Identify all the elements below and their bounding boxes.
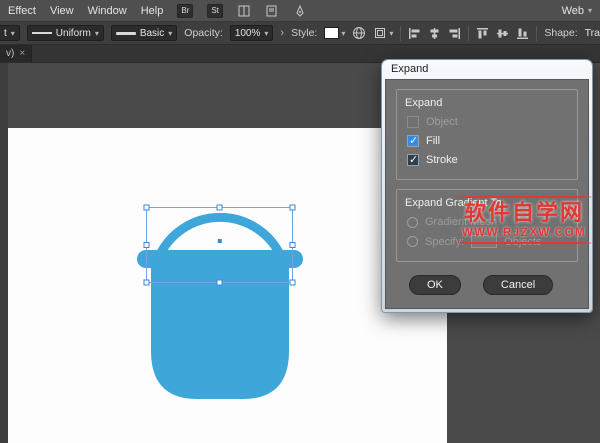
stroke-profile-value: Uniform xyxy=(56,28,91,39)
pen-tool-icon[interactable] xyxy=(293,4,307,18)
shape-label: Shape: xyxy=(544,27,577,39)
opacity-label: Opacity: xyxy=(184,27,223,39)
illustrator-window: Effect View Window Help Br St Web ▾ t ▾ … xyxy=(0,0,600,443)
chevron-down-icon: ▾ xyxy=(95,29,99,38)
specify-radio xyxy=(407,236,418,247)
stroke-checkbox[interactable] xyxy=(407,154,419,166)
menu-help[interactable]: Help xyxy=(141,5,164,17)
selection-handle[interactable] xyxy=(144,280,149,285)
stroke-profile-preview xyxy=(32,32,52,34)
align-right-icon[interactable] xyxy=(448,26,461,40)
clipped-control-label: t xyxy=(4,28,7,39)
gradient-mesh-label: Gradient Mesh xyxy=(425,216,497,228)
expand-options-group: Expand Object Fill Stroke xyxy=(396,89,578,180)
transform-label[interactable]: Transf xyxy=(585,27,600,39)
document-setup-icon xyxy=(373,26,387,40)
chevron-down-icon: ▾ xyxy=(588,6,592,15)
expand-gradient-group: Expand Gradient To Gradient Mesh Specify… xyxy=(396,189,578,262)
chevron-down-icon: ▾ xyxy=(341,29,345,38)
chevron-down-icon: ▾ xyxy=(11,29,15,38)
align-center-horizontal-icon[interactable] xyxy=(428,26,441,40)
fill-checkbox-row[interactable]: Fill xyxy=(407,135,569,147)
brush-definition-value: Basic xyxy=(140,28,164,39)
fill-checkbox-label: Fill xyxy=(426,135,440,147)
chevron-down-icon: ▾ xyxy=(389,29,393,38)
selection-center-point xyxy=(218,239,222,243)
opacity-select[interactable]: 100% ▾ xyxy=(230,25,274,41)
selection-handle[interactable] xyxy=(290,205,295,210)
align-bottom-icon[interactable] xyxy=(516,26,529,40)
ok-button[interactable]: OK xyxy=(409,275,461,295)
document-setup-select[interactable]: ▾ xyxy=(373,26,393,40)
bucket-body-path[interactable] xyxy=(151,268,289,399)
expand-group-label: Expand xyxy=(405,97,569,109)
selection-handle[interactable] xyxy=(290,280,295,285)
stroke-checkbox-row[interactable]: Stroke xyxy=(407,154,569,166)
objects-label: Objects xyxy=(504,236,541,248)
style-label: Style: xyxy=(291,27,317,39)
selection-handle[interactable] xyxy=(217,205,222,210)
dialog-body: Expand Object Fill Stroke Expand Gradien… xyxy=(385,79,589,309)
align-left-icon[interactable] xyxy=(408,26,421,40)
clipped-control[interactable]: t ▾ xyxy=(0,25,20,41)
stroke-profile-select[interactable]: Uniform ▾ xyxy=(27,25,104,41)
brush-definition-select[interactable]: Basic ▾ xyxy=(111,25,177,41)
menu-view[interactable]: View xyxy=(50,5,74,17)
menu-bar: Effect View Window Help Br St Web ▾ xyxy=(0,0,600,22)
fill-checkbox[interactable] xyxy=(407,135,419,147)
dialog-title[interactable]: Expand xyxy=(382,60,592,79)
bucket-lip-path[interactable] xyxy=(137,250,303,268)
gradient-mesh-radio xyxy=(407,217,418,228)
more-options-icon[interactable]: › xyxy=(280,27,284,39)
dialog-buttons: OK Cancel xyxy=(409,275,578,295)
align-middle-icon[interactable] xyxy=(496,26,509,40)
gradient-group-label: Expand Gradient To xyxy=(405,197,569,209)
cancel-button[interactable]: Cancel xyxy=(483,275,553,295)
stroke-checkbox-label: Stroke xyxy=(426,154,458,166)
control-bar: t ▾ Uniform ▾ Basic ▾ Opacity: 100% ▾ › … xyxy=(0,22,600,45)
align-top-icon[interactable] xyxy=(476,26,489,40)
object-checkbox-row[interactable]: Object xyxy=(407,116,569,128)
selection-handle[interactable] xyxy=(144,243,149,248)
specify-radio-row: Specify: Objects xyxy=(407,235,569,248)
object-checkbox-label: Object xyxy=(426,116,458,128)
arrange-documents-icon[interactable] xyxy=(237,4,251,18)
workspace-switcher[interactable]: Web ▾ xyxy=(562,5,592,17)
close-icon[interactable]: × xyxy=(19,48,25,59)
separator xyxy=(536,26,537,41)
selection-handle[interactable] xyxy=(290,243,295,248)
selection-handle[interactable] xyxy=(144,205,149,210)
specify-label: Specify: xyxy=(425,236,464,248)
chevron-down-icon: ▾ xyxy=(264,29,268,38)
style-swatch xyxy=(324,27,339,39)
style-swatch-select[interactable]: ▾ xyxy=(324,27,345,39)
bridge-button[interactable]: Br xyxy=(177,4,193,18)
object-checkbox[interactable] xyxy=(407,116,419,128)
specify-objects-field xyxy=(471,235,497,248)
expand-dialog: Expand Expand Object Fill Stroke Expand … xyxy=(382,60,592,312)
document-tab-label: v) xyxy=(6,48,14,59)
brush-preview xyxy=(116,32,136,35)
stock-button[interactable]: St xyxy=(207,4,223,18)
opacity-value: 100% xyxy=(235,28,261,39)
menu-window[interactable]: Window xyxy=(88,5,127,17)
selection-handle[interactable] xyxy=(217,280,222,285)
document-icon[interactable] xyxy=(265,4,279,18)
separator xyxy=(400,26,401,41)
workspace-label: Web xyxy=(562,5,584,17)
document-tab[interactable]: v) × xyxy=(0,45,32,62)
menu-effect[interactable]: Effect xyxy=(8,5,36,17)
globe-icon[interactable] xyxy=(352,26,366,40)
separator xyxy=(468,26,469,41)
chevron-down-icon: ▾ xyxy=(168,29,172,38)
gradient-mesh-radio-row: Gradient Mesh xyxy=(407,216,569,228)
